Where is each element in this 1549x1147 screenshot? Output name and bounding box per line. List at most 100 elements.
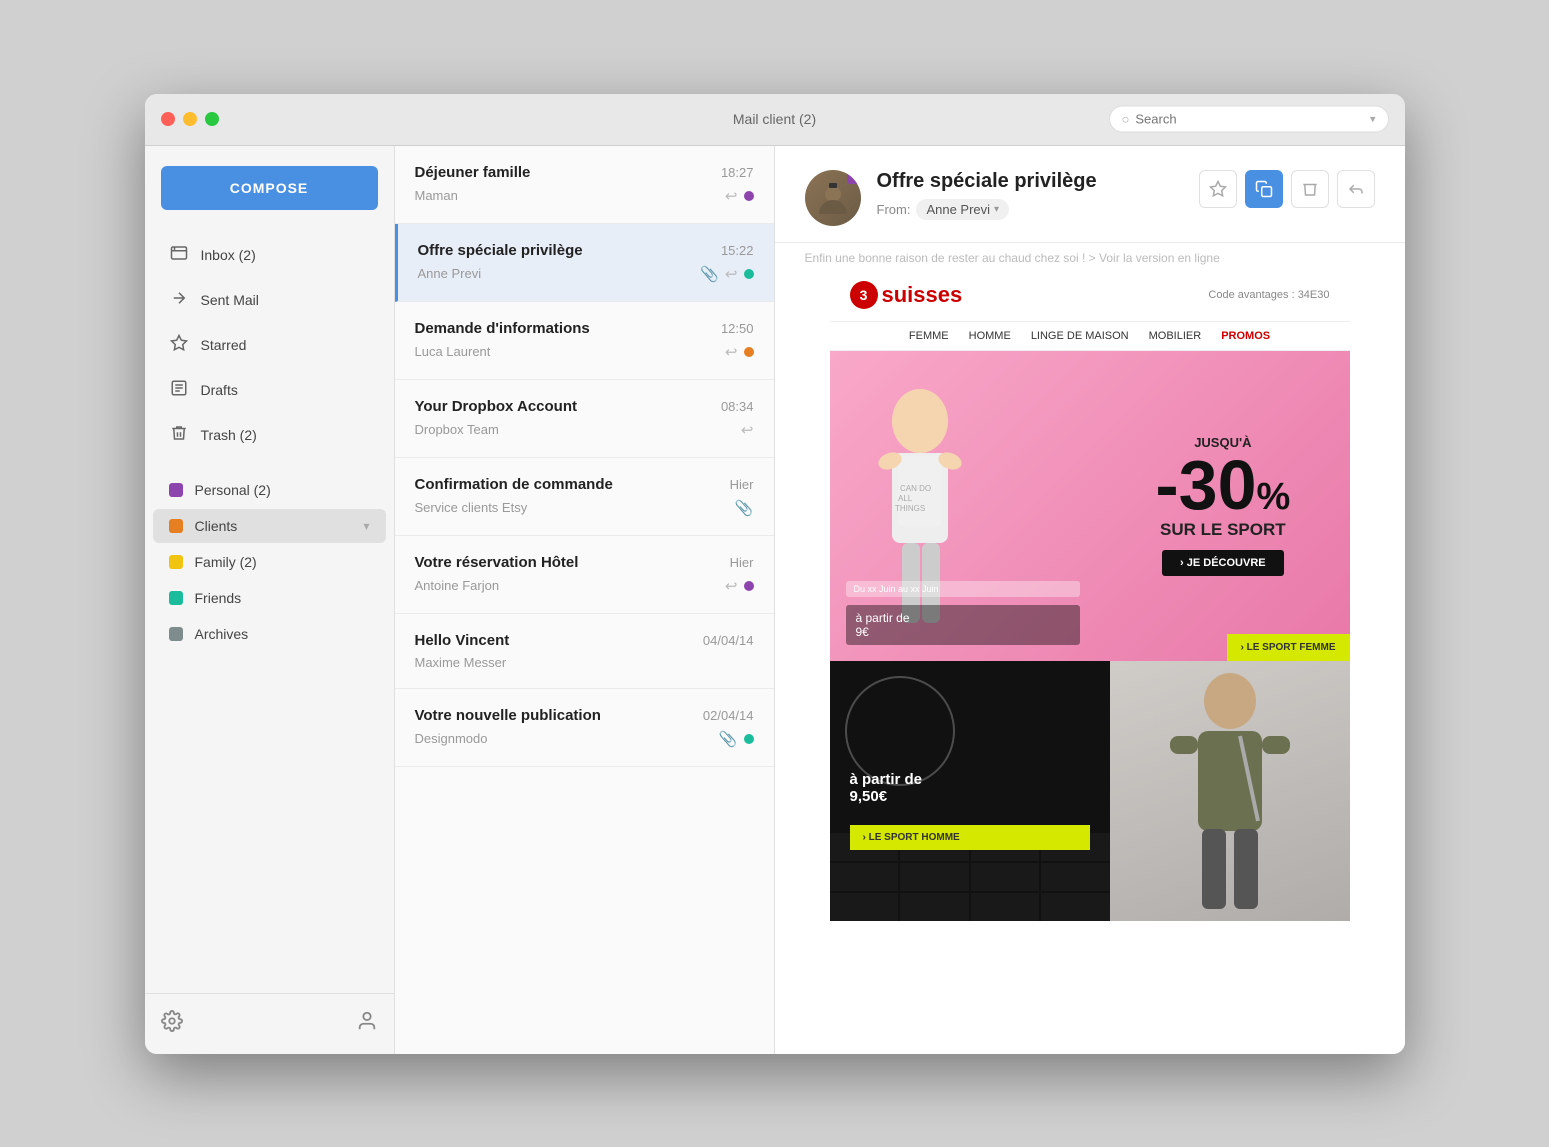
email-item[interactable]: Déjeuner famille 18:27 Maman ↩ <box>395 146 774 224</box>
sidebar-item-starred[interactable]: Starred <box>153 324 386 367</box>
sidebar-item-personal[interactable]: Personal (2) <box>153 473 386 507</box>
status-dot <box>744 734 754 744</box>
drafts-icon <box>169 379 189 402</box>
email-icons: 📎 ↩ <box>700 265 753 283</box>
reply-icon: ↩ <box>725 265 738 283</box>
reply-icon: ↩ <box>725 343 738 361</box>
email-from: Antoine Farjon <box>415 578 500 593</box>
email-item[interactable]: Offre spéciale privilège 15:22 Anne Prev… <box>395 224 774 302</box>
sidebar-item-drafts[interactable]: Drafts <box>153 369 386 412</box>
banner-price: à partir de9€ <box>846 605 1081 645</box>
email-sender: Déjeuner famille <box>415 164 531 181</box>
attachment-icon: 📎 <box>719 730 738 748</box>
avatar-badge <box>847 170 861 184</box>
maximize-button[interactable] <box>205 112 219 126</box>
sidebar-item-sent[interactable]: Sent Mail <box>153 279 386 322</box>
family-label: Family (2) <box>195 554 257 570</box>
email-sender: Hello Vincent <box>415 632 510 649</box>
star-button[interactable] <box>1199 170 1237 208</box>
settings-icon[interactable] <box>161 1010 183 1038</box>
email-from: Maxime Messer <box>415 655 507 670</box>
status-dot <box>744 581 754 591</box>
email-item[interactable]: Votre nouvelle publication 02/04/14 Desi… <box>395 689 774 767</box>
email-from: Dropbox Team <box>415 422 499 437</box>
detail-preview-text: Enfin une bonne raison de rester au chau… <box>775 243 1405 269</box>
profile-icon[interactable] <box>356 1010 378 1038</box>
email-icons: ↩ <box>725 187 754 205</box>
bottom-left: à partir de9,50€ › LE SPORT HOMME <box>830 661 1110 921</box>
sidebar-item-family[interactable]: Family (2) <box>153 545 386 579</box>
app-window: Mail client (2) ○ ▾ COMPOSE Inbox (2) <box>145 94 1405 1054</box>
clients-badge: ▾ <box>363 519 369 533</box>
promo-nav: FEMME HOMME LINGE DE MAISON MOBILIER PRO… <box>830 322 1350 351</box>
close-button[interactable] <box>161 112 175 126</box>
detail-actions <box>1199 170 1375 208</box>
promo-code: Code avantages : 34E30 <box>1208 289 1329 301</box>
promo-bottom: à partir de9,50€ › LE SPORT HOMME <box>830 661 1350 921</box>
from-pill[interactable]: Anne Previ ▾ <box>916 199 1009 220</box>
nav-femme[interactable]: FEMME <box>909 330 949 342</box>
email-sender: Your Dropbox Account <box>415 398 578 415</box>
sport-homme-btn[interactable]: › LE SPORT HOMME <box>850 825 1090 850</box>
reply-button[interactable] <box>1337 170 1375 208</box>
email-sender: Confirmation de commande <box>415 476 613 493</box>
email-item[interactable]: Your Dropbox Account 08:34 Dropbox Team … <box>395 380 774 458</box>
email-item[interactable]: Votre réservation Hôtel Hier Antoine Far… <box>395 536 774 614</box>
email-from: Maman <box>415 188 458 203</box>
logo-circle: 3 <box>850 281 878 309</box>
copy-button[interactable] <box>1245 170 1283 208</box>
detail-info: Offre spéciale privilège From: Anne Prev… <box>877 170 1183 220</box>
minimize-button[interactable] <box>183 112 197 126</box>
sidebar-item-friends[interactable]: Friends <box>153 581 386 615</box>
clients-dot <box>169 519 183 533</box>
email-detail: Offre spéciale privilège From: Anne Prev… <box>775 146 1405 1054</box>
traffic-lights <box>161 112 219 126</box>
search-input[interactable] <box>1135 112 1366 127</box>
email-sender: Votre réservation Hôtel <box>415 554 579 571</box>
email-from: Luca Laurent <box>415 344 491 359</box>
email-from: Service clients Etsy <box>415 500 528 515</box>
email-sender: Offre spéciale privilège <box>418 242 583 259</box>
chevron-icon: ▾ <box>994 204 999 215</box>
email-item[interactable]: Confirmation de commande Hier Service cl… <box>395 458 774 536</box>
starred-label: Starred <box>201 337 370 353</box>
sidebar-item-archives[interactable]: Archives <box>153 617 386 651</box>
sidebar-item-inbox[interactable]: Inbox (2) <box>153 234 386 277</box>
promo-logo-bar: 3 suisses Code avantages : 34E30 <box>830 269 1350 322</box>
trash-label: Trash (2) <box>201 427 370 443</box>
compose-button[interactable]: COMPOSE <box>161 166 378 210</box>
email-sender: Demande d'informations <box>415 320 590 337</box>
search-bar[interactable]: ○ ▾ <box>1109 106 1389 133</box>
email-time: 04/04/14 <box>703 633 754 648</box>
sidebar-nav: Inbox (2) Sent Mail Starred <box>145 234 394 993</box>
email-sender: Votre nouvelle publication <box>415 707 601 724</box>
personal-dot <box>169 483 183 497</box>
status-dot <box>744 347 754 357</box>
nav-homme[interactable]: HOMME <box>969 330 1011 342</box>
email-from: Anne Previ <box>418 266 482 281</box>
email-item[interactable]: Hello Vincent 04/04/14 Maxime Messer <box>395 614 774 689</box>
delete-button[interactable] <box>1291 170 1329 208</box>
nav-promos[interactable]: PROMOS <box>1221 330 1270 342</box>
sidebar-item-trash[interactable]: Trash (2) <box>153 414 386 457</box>
banner-date: Du xx Juin au xx Juin <box>846 581 1081 597</box>
sport-femme-btn[interactable]: › LE SPORT FEMME <box>1227 634 1350 661</box>
archives-dot <box>169 627 183 641</box>
clients-label: Clients <box>195 518 238 534</box>
main-content: COMPOSE Inbox (2) Sent Mail <box>145 146 1405 1054</box>
from-name: Anne Previ <box>926 202 990 217</box>
je-decouvre-btn[interactable]: › JE DÉCOUVRE <box>1162 550 1284 576</box>
sidebar-item-clients[interactable]: Clients ▾ <box>153 509 386 543</box>
circle-decoration <box>845 676 955 786</box>
archives-label: Archives <box>195 626 249 642</box>
email-time: Hier <box>730 555 754 570</box>
email-time: 08:34 <box>721 399 754 414</box>
email-item[interactable]: Demande d'informations 12:50 Luca Lauren… <box>395 302 774 380</box>
nav-linge[interactable]: LINGE DE MAISON <box>1031 330 1129 342</box>
reply-icon: ↩ <box>725 187 738 205</box>
nav-mobilier[interactable]: MOBILIER <box>1149 330 1202 342</box>
personal-label: Personal (2) <box>195 482 271 498</box>
banner-right: JUSQU'À -30% SUR LE SPORT › JE DÉCOUVRE <box>1096 351 1349 661</box>
promo-banner: CAN DO ALL THINGS Du xx Juin au xx Juin … <box>830 351 1350 661</box>
labels-section: Personal (2) Clients ▾ Family (2) Friend… <box>153 473 386 651</box>
